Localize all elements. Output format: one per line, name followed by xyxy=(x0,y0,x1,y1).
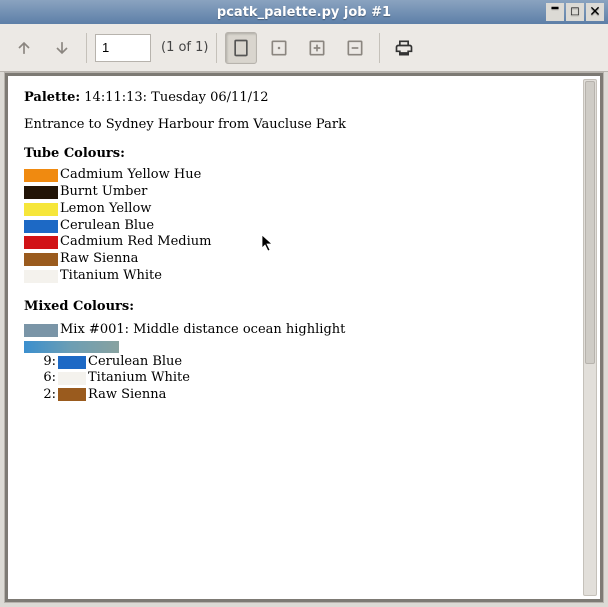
zoom-in-button[interactable] xyxy=(301,32,333,64)
tube-colour-row: Raw Sienna xyxy=(24,251,584,268)
fit-page-icon xyxy=(231,38,251,58)
separator xyxy=(216,33,217,63)
tube-colours-header: Tube Colours: xyxy=(24,146,584,161)
page-count-label: (1 of 1) xyxy=(161,40,208,55)
next-page-button[interactable] xyxy=(46,32,78,64)
mixed-colours-header: Mixed Colours: xyxy=(24,299,584,314)
toolbar: (1 of 1) xyxy=(0,24,608,72)
document-viewport: Palette: 14:11:13: Tuesday 06/11/12 Entr… xyxy=(4,72,604,603)
colour-swatch xyxy=(24,220,58,233)
colour-name: Burnt Umber xyxy=(60,184,147,201)
colour-swatch xyxy=(24,236,58,249)
mix-component-row: 2: Raw Sienna xyxy=(24,387,584,403)
mix-ratio: 6: xyxy=(24,370,56,386)
window-titlebar: pcatk_palette.py job #1 – □ ✕ xyxy=(0,0,608,24)
mix-ratio: 9: xyxy=(24,354,56,370)
colour-name: Cerulean Blue xyxy=(88,354,182,370)
fit-width-button[interactable] xyxy=(263,32,295,64)
page: Palette: 14:11:13: Tuesday 06/11/12 Entr… xyxy=(8,76,600,599)
up-arrow-icon xyxy=(14,38,34,58)
palette-description: Entrance to Sydney Harbour from Vaucluse… xyxy=(24,117,584,132)
colour-name: Raw Sienna xyxy=(60,251,138,268)
colour-swatch xyxy=(24,253,58,266)
colour-swatch xyxy=(58,356,86,369)
colour-swatch xyxy=(24,169,58,182)
separator xyxy=(86,33,87,63)
colour-name: Cerulean Blue xyxy=(60,218,154,235)
mix-component-row: 9: Cerulean Blue xyxy=(24,354,584,370)
page-number-input[interactable] xyxy=(95,34,151,62)
colour-name: Cadmium Red Medium xyxy=(60,234,211,251)
maximize-button[interactable]: □ xyxy=(566,3,584,21)
tube-colour-row: Cerulean Blue xyxy=(24,218,584,235)
tube-colour-row: Cadmium Yellow Hue xyxy=(24,167,584,184)
colour-name: Cadmium Yellow Hue xyxy=(60,167,201,184)
vertical-scrollbar[interactable] xyxy=(583,79,597,596)
close-button[interactable]: ✕ xyxy=(586,3,604,21)
colour-name: Raw Sienna xyxy=(88,387,166,403)
tube-colour-row: Cadmium Red Medium xyxy=(24,234,584,251)
mix-component-row: 6: Titanium White xyxy=(24,370,584,386)
print-icon xyxy=(394,38,414,58)
tube-colour-row: Titanium White xyxy=(24,268,584,285)
colour-swatch xyxy=(24,203,58,216)
mix-swatch xyxy=(24,324,58,337)
colour-swatch xyxy=(24,270,58,283)
palette-timestamp: 14:11:13: Tuesday 06/11/12 xyxy=(84,90,268,107)
mix-label: Mix #001: Middle distance ocean highligh… xyxy=(60,322,345,339)
fit-page-button[interactable] xyxy=(225,32,257,64)
colour-swatch xyxy=(58,372,86,385)
tube-colour-row: Lemon Yellow xyxy=(24,201,584,218)
zoom-out-icon xyxy=(345,38,365,58)
window-title: pcatk_palette.py job #1 xyxy=(0,5,608,20)
colour-swatch xyxy=(58,388,86,401)
zoom-out-button[interactable] xyxy=(339,32,371,64)
print-button[interactable] xyxy=(388,32,420,64)
zoom-in-icon xyxy=(307,38,327,58)
prev-page-button[interactable] xyxy=(8,32,40,64)
separator xyxy=(379,33,380,63)
tube-colour-row: Burnt Umber xyxy=(24,184,584,201)
colour-name: Titanium White xyxy=(88,370,190,386)
colour-swatch xyxy=(24,186,58,199)
scrollbar-thumb[interactable] xyxy=(585,81,595,364)
palette-label: Palette: xyxy=(24,90,80,107)
down-arrow-icon xyxy=(52,38,72,58)
minimize-button[interactable]: – xyxy=(546,3,564,21)
fit-width-icon xyxy=(269,38,289,58)
colour-name: Lemon Yellow xyxy=(60,201,151,218)
mix-gradient xyxy=(24,341,119,353)
colour-name: Titanium White xyxy=(60,268,162,285)
mix-ratio: 2: xyxy=(24,387,56,403)
